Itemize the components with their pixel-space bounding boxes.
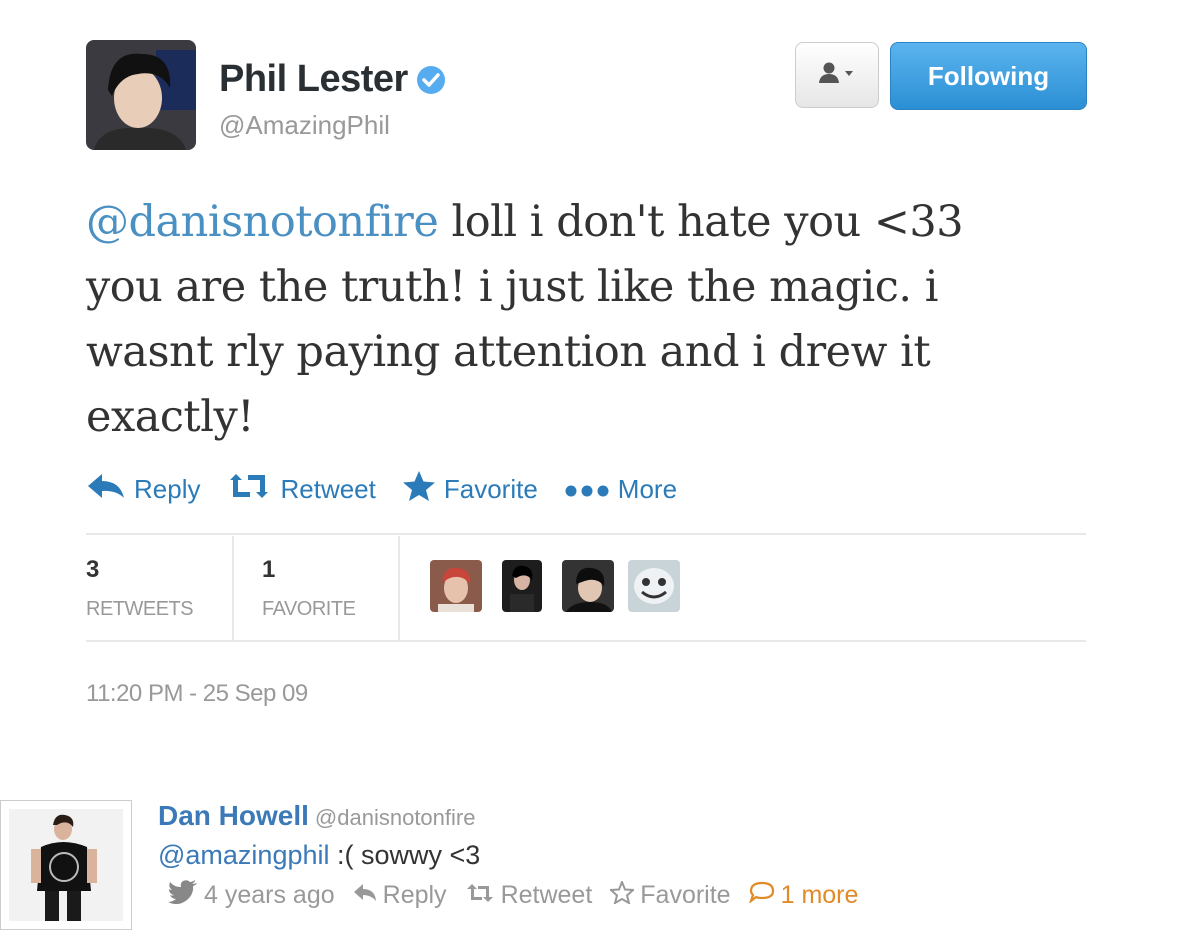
favoriter-avatar[interactable] [628,560,680,612]
favorites-label: FAVORITE [262,598,356,620]
more-label[interactable]: More [618,474,677,505]
retweet-small-icon [465,881,501,910]
favorites-stat[interactable]: 1 FAVORITE [262,556,356,621]
reply-author-handle[interactable]: @danisnotonfire [315,805,476,830]
retweets-count: 3 [86,556,100,583]
comment-bubble-icon [748,881,781,910]
following-button[interactable]: Following [890,42,1087,110]
reply-reply-action[interactable]: Reply [353,881,447,910]
retweet-label[interactable]: Retweet [280,474,375,505]
favoriter-avatar[interactable] [430,560,482,612]
favorite-action[interactable]: Favorite [402,470,538,509]
reply-time-label[interactable]: 4 years ago [204,881,335,910]
favorite-label[interactable]: Favorite [444,474,538,505]
reply-text: @amazingphil :( sowwy <3 [158,840,480,871]
reply-author: Dan Howell @danisnotonfire [158,800,475,832]
retweet-action[interactable]: Retweet [226,472,376,507]
more-action[interactable]: More [564,474,677,505]
reply-reply-label[interactable]: Reply [383,881,447,910]
author-handle[interactable]: @AmazingPhil [219,110,390,141]
reply-retweet-label[interactable]: Retweet [501,881,593,910]
reply-label[interactable]: Reply [134,474,200,505]
favoriter-avatar[interactable] [562,560,614,612]
verified-badge-icon [416,62,446,94]
author-name[interactable]: Phil Lester [219,58,446,101]
user-dropdown-icon [817,61,857,90]
tweet-text: @danisnotonfire loll i don't hate you <3… [86,190,1046,450]
retweets-label: RETWEETS [86,598,194,620]
user-actions-button[interactable] [795,42,879,108]
reply-icon [86,472,134,507]
tweet-timestamp[interactable]: 11:20 PM - 25 Sep 09 [86,680,308,708]
stats-separator [398,536,400,640]
retweets-stat[interactable]: 3 RETWEETS [86,556,194,621]
stats-separator [232,536,234,640]
reply-tweet-actions: 4 years ago Reply Retweet Favorite 1 mor… [168,878,876,911]
reply-author-name[interactable]: Dan Howell [158,800,309,831]
reply-timestamp[interactable]: 4 years ago [168,880,335,911]
author-name-text[interactable]: Phil Lester [219,58,408,100]
reply-action[interactable]: Reply [86,472,200,507]
reply-small-icon [353,881,383,910]
star-icon [402,470,444,509]
reply-mention-link[interactable]: @amazingphil [158,840,330,870]
reply-favorite-action[interactable]: Favorite [608,878,731,911]
reply-author-avatar[interactable] [0,800,132,930]
author-avatar[interactable] [86,40,196,150]
star-outline-icon [608,878,640,911]
favorites-count: 1 [262,556,276,583]
tweet-mention-link[interactable]: @danisnotonfire [86,197,439,247]
reply-more-label[interactable]: 1 more [781,881,859,910]
divider-bottom [86,640,1086,642]
more-dots-icon [564,474,618,505]
reply-favorite-label[interactable]: Favorite [640,881,730,910]
reply-retweet-action[interactable]: Retweet [465,881,593,910]
tweet-actions: Reply Retweet Favorite More [86,470,703,509]
favoriter-avatar[interactable] [502,560,542,612]
divider-top [86,533,1086,535]
retweet-icon [226,472,280,507]
reply-more-link[interactable]: 1 more [748,881,859,910]
bird-icon [168,880,204,911]
reply-body: :( sowwy <3 [329,840,481,870]
